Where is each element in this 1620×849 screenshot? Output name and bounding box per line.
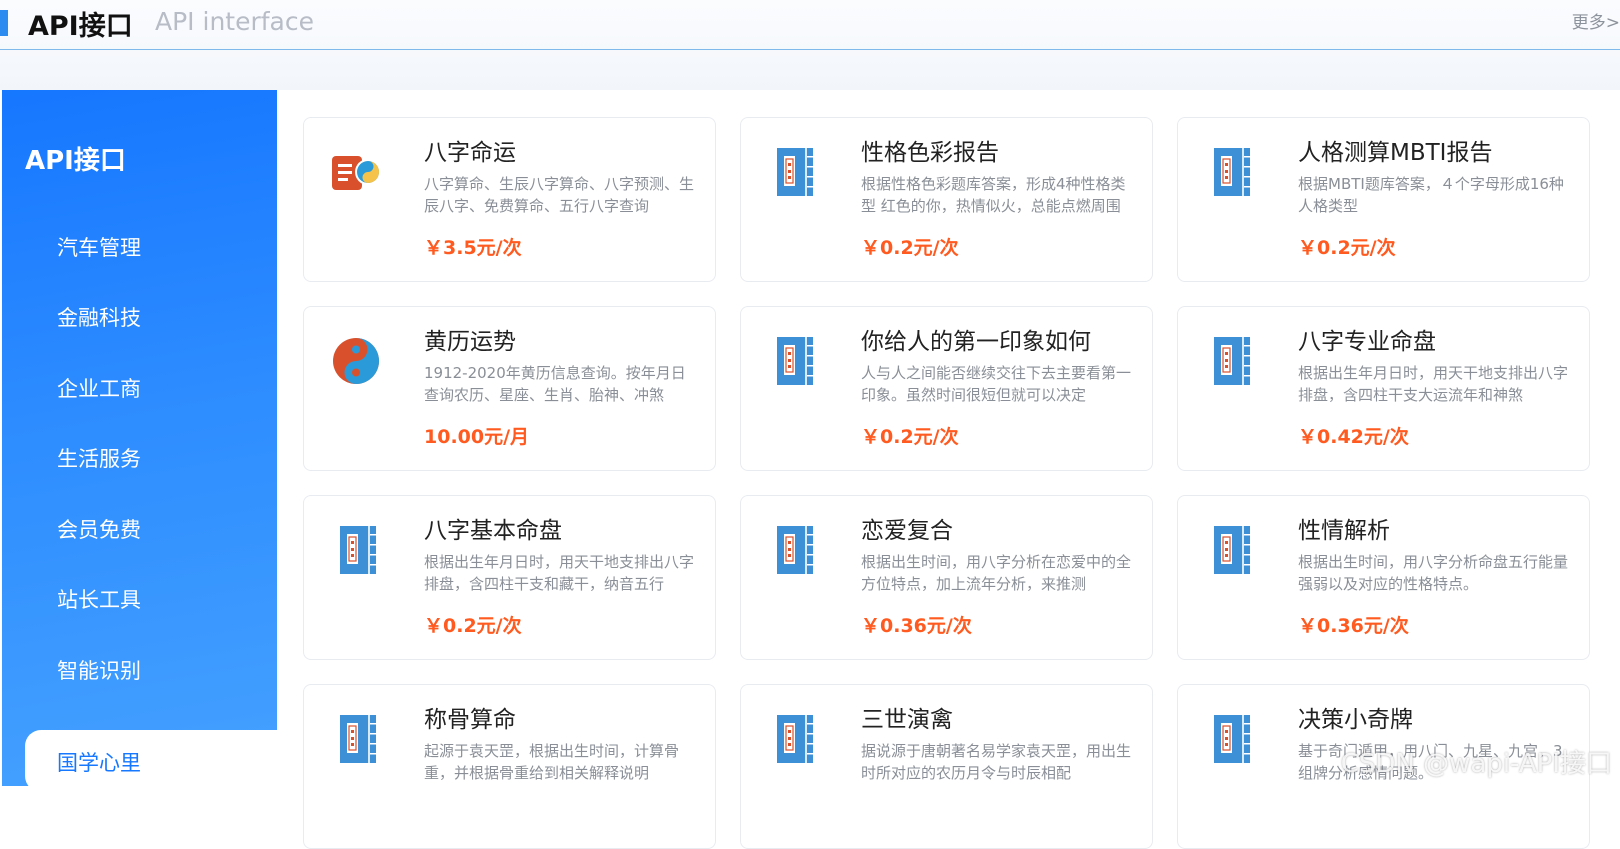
api-card-price: ￥0.2元/次: [861, 233, 959, 260]
header-accent-bar: [0, 10, 8, 36]
api-card-description: 根据出生时间，用八字分析命盘五行能量强弱以及对应的性格特点。: [1298, 551, 1568, 595]
section-title: API接口: [28, 4, 133, 43]
api-card-title: 三世演禽: [861, 700, 953, 734]
api-card[interactable]: 八字专业命盘根据出生年月日时，用天干地支排出八字排盘，含四柱干支大运流年和神煞 ￥…: [1177, 306, 1590, 471]
book-icon: [1204, 524, 1256, 576]
sidebar-item-car[interactable]: 汽车管理: [57, 232, 141, 262]
api-card-price: ￥0.2元/次: [424, 611, 522, 638]
api-card[interactable]: 八字基本命盘根据出生年月日时，用天干地支排出八字排盘，含四柱干支和藏干，纳音五行…: [303, 495, 716, 660]
api-card-title: 黄历运势: [424, 322, 516, 356]
api-card-title: 八字命运: [424, 133, 516, 167]
api-card-description: 根据出生时间，用八字分析在恋爱中的全方位特点，加上流年分析，来推测: [861, 551, 1131, 595]
section-header: API接口 API interface 更多>: [0, 0, 1620, 90]
api-card-description: 据说源于唐朝著名易学家袁天罡，用出生时所对应的农历月令与时辰相配: [861, 740, 1131, 784]
api-card-description: 根据出生年月日时，用天干地支排出八字排盘，含四柱干支大运流年和神煞: [1298, 362, 1568, 406]
category-sidebar: API接口 汽车管理 金融科技 企业工商 生活服务 会员免费 站长工具 智能识别…: [2, 90, 277, 786]
api-card[interactable]: 三世演禽据说源于唐朝著名易学家袁天罡，用出生时所对应的农历月令与时辰相配: [740, 684, 1153, 849]
sidebar-item-business[interactable]: 企业工商: [57, 373, 141, 403]
api-card-description: 人与人之间能否继续交往下去主要看第一印象。虽然时间很短但就可以决定: [861, 362, 1131, 406]
api-card-price: ￥0.2元/次: [1298, 233, 1396, 260]
api-card-title: 八字专业命盘: [1298, 322, 1436, 356]
api-card-description: 起源于袁天罡，根据出生时间，计算骨重，并根据骨重给到相关解释说明: [424, 740, 694, 784]
book-icon: [767, 146, 819, 198]
api-card-price: 10.00元/月: [424, 422, 529, 449]
api-card-description: 根据MBTI题库答案，４个字母形成16种人格类型: [1298, 173, 1568, 217]
api-card-description: 根据性格色彩题库答案，形成4种性格类型 红色的你，热情似火，总能点燃周围: [861, 173, 1131, 217]
section-subtitle: API interface: [155, 7, 314, 36]
api-card-title: 恋爱复合: [861, 511, 953, 545]
sidebar-title: API接口: [25, 140, 126, 177]
book-icon: [330, 524, 382, 576]
api-card-price: ￥0.2元/次: [861, 422, 959, 449]
watermark: CSDN @wapi-API接口: [1341, 743, 1612, 780]
api-card[interactable]: 八字命运八字算命、生辰八字算命、八字预测、生辰八字、免费算命、五行八字查询 ￥3.…: [303, 117, 716, 282]
api-card[interactable]: 性情解析根据出生时间，用八字分析命盘五行能量强弱以及对应的性格特点。 ￥0.36元…: [1177, 495, 1590, 660]
sidebar-item-fintech[interactable]: 金融科技: [57, 302, 141, 332]
bazi-icon: [330, 146, 382, 198]
api-card[interactable]: 恋爱复合根据出生时间，用八字分析在恋爱中的全方位特点，加上流年分析，来推测 ￥0.…: [740, 495, 1153, 660]
api-card-title: 你给人的第一印象如何: [861, 322, 1091, 356]
api-card-title: 性格色彩报告: [861, 133, 999, 167]
sidebar-item-recognition[interactable]: 智能识别: [57, 655, 141, 685]
sidebar-item-member[interactable]: 会员免费: [57, 514, 141, 544]
book-icon: [767, 335, 819, 387]
api-card-description: 八字算命、生辰八字算命、八字预测、生辰八字、免费算命、五行八字查询: [424, 173, 694, 217]
api-card-title: 性情解析: [1298, 511, 1390, 545]
sidebar-item-life[interactable]: 生活服务: [57, 443, 141, 473]
api-card-title: 人格测算MBTI报告: [1298, 133, 1492, 167]
sidebar-item-active[interactable]: 国学心里: [25, 730, 277, 786]
more-link[interactable]: 更多>: [1572, 8, 1620, 33]
api-card-title: 决策小奇牌: [1298, 700, 1413, 734]
book-icon: [767, 713, 819, 765]
api-card-price: ￥0.42元/次: [1298, 422, 1409, 449]
api-card-title: 称骨算命: [424, 700, 516, 734]
api-card[interactable]: 人格测算MBTI报告根据MBTI题库答案，４个字母形成16种人格类型 ￥0.2元/…: [1177, 117, 1590, 282]
api-card-price: ￥0.36元/次: [861, 611, 972, 638]
api-card-title: 八字基本命盘: [424, 511, 562, 545]
api-card[interactable]: 性格色彩报告根据性格色彩题库答案，形成4种性格类型 红色的你，热情似火，总能点燃…: [740, 117, 1153, 282]
api-card[interactable]: 黄历运势 1912-2020年黄历信息查询。按年月日查询农历、星座、生肖、胎神、冲…: [303, 306, 716, 471]
api-card[interactable]: 你给人的第一印象如何人与人之间能否继续交往下去主要看第一印象。虽然时间很短但就可…: [740, 306, 1153, 471]
api-card-price: ￥0.36元/次: [1298, 611, 1409, 638]
api-card-price: ￥3.5元/次: [424, 233, 522, 260]
api-card-description: 根据出生年月日时，用天干地支排出八字排盘，含四柱干支和藏干，纳音五行: [424, 551, 694, 595]
sidebar-item-active-label: 国学心里: [57, 747, 141, 777]
yinyang-icon: [330, 335, 382, 387]
sidebar-item-webmaster[interactable]: 站长工具: [57, 584, 141, 614]
api-card[interactable]: 称骨算命起源于袁天罡，根据出生时间，计算骨重，并根据骨重给到相关解释说明: [303, 684, 716, 849]
book-icon: [1204, 146, 1256, 198]
book-icon: [330, 713, 382, 765]
book-icon: [1204, 335, 1256, 387]
book-icon: [767, 524, 819, 576]
header-divider: [0, 49, 1620, 50]
api-card-description: 1912-2020年黄历信息查询。按年月日查询农历、星座、生肖、胎神、冲煞: [424, 362, 694, 406]
book-icon: [1204, 713, 1256, 765]
